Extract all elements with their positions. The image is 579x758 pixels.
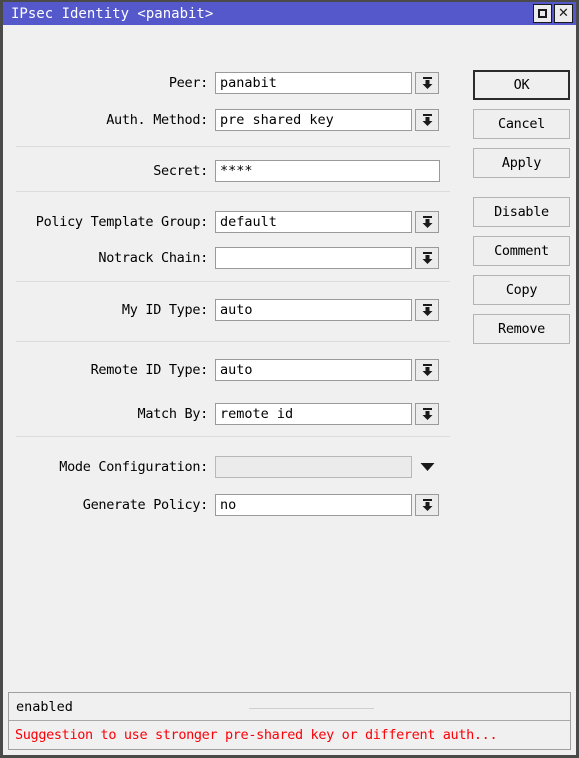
dropdown-arrow-icon[interactable]: [415, 359, 439, 381]
form-row: Peer: panabit: [3, 71, 465, 95]
field-label: My ID Type:: [121, 302, 208, 318]
field-label: Remote ID Type:: [90, 362, 209, 378]
form-row: Auth. Method: pre shared key: [3, 108, 465, 132]
field-label: Peer:: [168, 75, 208, 91]
window-content: Peer: panabit Auth. Method: pre shared key S…: [3, 25, 576, 680]
titlebar-buttons: ✕: [533, 4, 573, 23]
field-input[interactable]: panabit: [215, 72, 412, 94]
maximize-square-glyph: [538, 9, 547, 18]
field-label: Match By:: [137, 406, 209, 422]
status-bar: enabled Suggestion to use stronger pre-s…: [8, 692, 571, 750]
field-input[interactable]: remote id: [215, 403, 412, 425]
field-input[interactable]: auto: [215, 359, 412, 381]
dropdown-arrow-icon[interactable]: [415, 299, 439, 321]
field-label: Notrack Chain:: [98, 250, 208, 266]
apply-button[interactable]: Apply: [473, 148, 570, 178]
status-warning-text: Suggestion to use stronger pre-shared ke…: [15, 726, 498, 743]
field-input[interactable]: default: [215, 211, 412, 233]
form-row: Mode Configuration:: [3, 455, 465, 479]
ipsec-identity-window: IPsec Identity <panabit> ✕ Peer: panabit A…: [0, 0, 579, 758]
section-separator: [16, 281, 450, 282]
section-separator: [16, 436, 450, 437]
status-resize-grip: [249, 708, 374, 709]
close-x-glyph: ✕: [558, 6, 569, 21]
copy-button[interactable]: Copy: [473, 275, 570, 305]
disable-button[interactable]: Disable: [473, 197, 570, 227]
field-label: Auth. Method:: [106, 112, 208, 128]
form-row: My ID Type: auto: [3, 298, 465, 322]
section-separator: [16, 341, 450, 342]
status-warning-row: Suggestion to use stronger pre-shared ke…: [9, 721, 570, 748]
form-row: Notrack Chain:: [3, 246, 465, 270]
close-icon[interactable]: ✕: [554, 4, 573, 23]
section-separator: [16, 146, 450, 147]
status-state-text: enabled: [16, 698, 73, 715]
maximize-icon[interactable]: [533, 4, 552, 23]
cancel-button[interactable]: Cancel: [473, 109, 570, 139]
field-input: [215, 456, 412, 478]
field-label: Secret:: [153, 163, 208, 179]
identity-form: Peer: panabit Auth. Method: pre shared key S…: [3, 25, 465, 680]
chevron-down-icon[interactable]: [415, 456, 439, 478]
field-input[interactable]: ****: [215, 160, 440, 182]
field-label: Mode Configuration:: [59, 459, 208, 475]
dropdown-arrow-icon[interactable]: [415, 247, 439, 269]
dropdown-arrow-icon[interactable]: [415, 494, 439, 516]
form-row: Policy Template Group: default: [3, 210, 465, 234]
comment-button[interactable]: Comment: [473, 236, 570, 266]
window-title: IPsec Identity <panabit>: [11, 5, 214, 22]
field-input[interactable]: pre shared key: [215, 109, 412, 131]
dropdown-arrow-icon[interactable]: [415, 403, 439, 425]
section-separator: [16, 191, 450, 192]
dropdown-arrow-icon[interactable]: [415, 211, 439, 233]
form-row: Match By: remote id: [3, 402, 465, 426]
form-row: Remote ID Type: auto: [3, 358, 465, 382]
ok-button[interactable]: OK: [473, 70, 570, 100]
field-label: Policy Template Group:: [35, 214, 209, 230]
status-state-row: enabled: [9, 693, 570, 721]
field-input[interactable]: [215, 247, 412, 269]
form-row: Secret: ****: [3, 159, 465, 183]
field-input[interactable]: no: [215, 494, 412, 516]
remove-button[interactable]: Remove: [473, 314, 570, 344]
field-input[interactable]: auto: [215, 299, 412, 321]
dropdown-arrow-icon[interactable]: [415, 72, 439, 94]
field-label: Generate Policy:: [82, 497, 209, 513]
form-row: Generate Policy: no: [3, 493, 465, 517]
window-titlebar[interactable]: IPsec Identity <panabit> ✕: [3, 0, 576, 25]
dropdown-arrow-icon[interactable]: [415, 109, 439, 131]
